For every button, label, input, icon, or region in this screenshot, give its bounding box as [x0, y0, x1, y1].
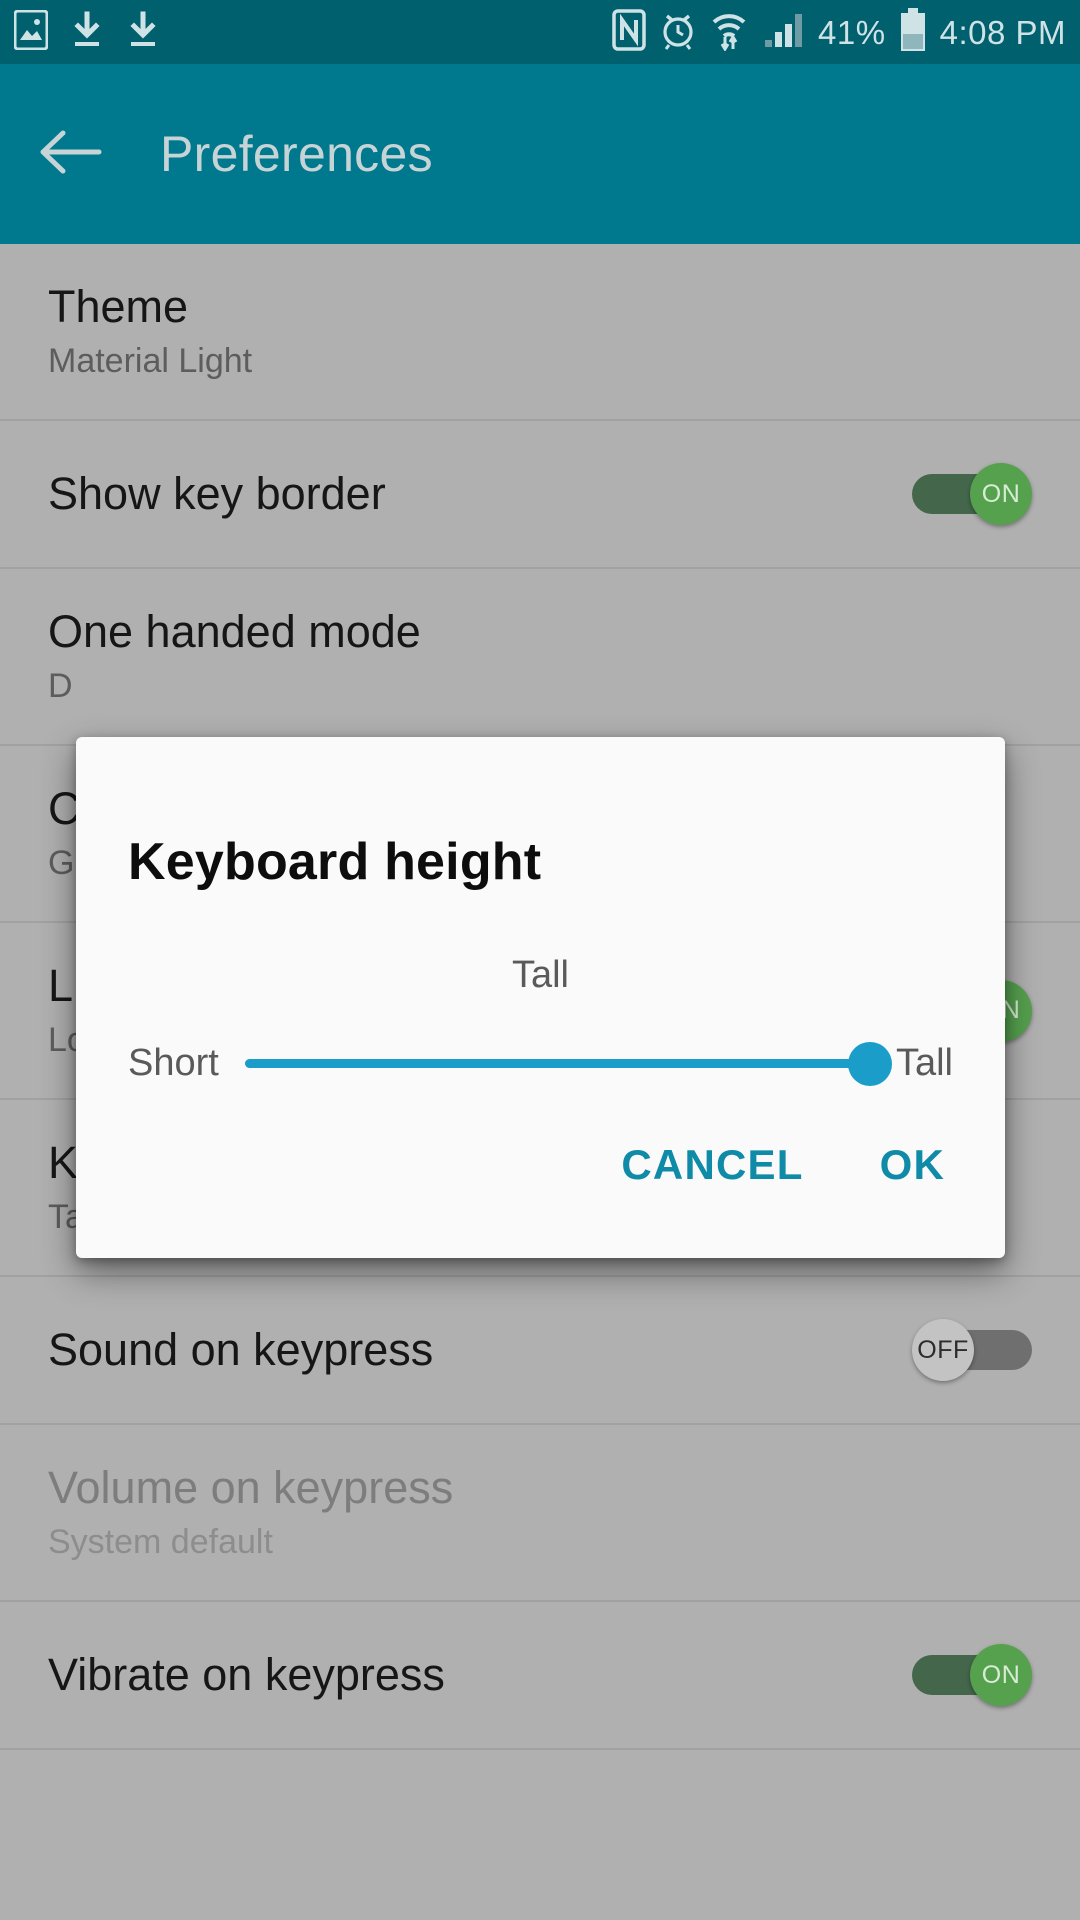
toggle-switch[interactable]: ON — [912, 1644, 1032, 1706]
slider-thumb[interactable] — [847, 1042, 892, 1086]
preference-row[interactable]: Show key border ON — [0, 421, 1080, 569]
toggle-thumb: OFF — [912, 1319, 974, 1381]
toggle-thumb: ON — [970, 463, 1032, 525]
preference-row[interactable]: Vibrate on keypress ON — [0, 1602, 1080, 1750]
status-bar-clock: 4:08 PM — [939, 13, 1066, 51]
preference-row-texts: Volume on keypress System default — [48, 1464, 1032, 1561]
download-icon — [70, 10, 104, 55]
preference-subtitle: Material Light — [48, 342, 253, 381]
preference-row-texts: Theme Material Light — [48, 283, 1032, 380]
preference-row[interactable]: Theme Material Light — [0, 244, 1080, 421]
status-bar: 41% 4:08 PM — [0, 0, 1080, 64]
preference-row: Volume on keypress System default — [0, 1425, 1080, 1602]
dialog-actions: CANCEL OK — [128, 1135, 953, 1195]
wifi-data-transfer-icon — [710, 9, 748, 56]
screenshot-image-icon — [13, 9, 49, 55]
preference-title: One handed mode — [48, 606, 421, 658]
app-bar: Preferences — [0, 64, 1080, 244]
toggle-switch[interactable]: OFF — [912, 1319, 1032, 1381]
preference-subtitle: System default — [48, 1523, 273, 1562]
dialog-title: Keyboard height — [128, 833, 542, 891]
ok-button[interactable]: OK — [872, 1135, 953, 1195]
slider-max-label: Tall — [895, 1041, 953, 1084]
preference-title: Volume on keypress — [48, 1462, 454, 1514]
preference-subtitle: D — [48, 667, 73, 706]
cellular-signal-icon — [762, 9, 804, 56]
preference-row-texts: Vibrate on keypress — [48, 1649, 912, 1701]
status-bar-notifications — [13, 9, 160, 55]
toggle-switch[interactable]: ON — [912, 463, 1032, 525]
preference-title: Show key border — [48, 468, 386, 520]
dialog-current-value: Tall — [511, 954, 570, 996]
battery-percent-label: 41% — [818, 13, 886, 51]
back-button[interactable] — [10, 127, 130, 182]
cancel-button[interactable]: CANCEL — [613, 1135, 811, 1195]
preference-title: Theme — [48, 281, 189, 333]
preference-row[interactable]: Sound on keypress OFF — [0, 1277, 1080, 1425]
preference-row-texts: Sound on keypress — [48, 1324, 912, 1376]
alarm-clock-icon — [660, 9, 696, 56]
keyboard-height-dialog: Keyboard height Tall Short Tall CANCEL O… — [76, 737, 1005, 1258]
slider-fill — [244, 1059, 870, 1068]
keyboard-height-slider[interactable] — [244, 1033, 892, 1093]
slider-min-label: Short — [128, 1041, 219, 1084]
preference-title: Vibrate on keypress — [48, 1649, 445, 1701]
status-bar-system-icons: 41% 4:08 PM — [612, 7, 1066, 57]
preference-row-texts: Show key border — [48, 468, 912, 520]
battery-icon — [900, 7, 926, 57]
preference-title: Sound on keypress — [48, 1324, 434, 1376]
toggle-thumb: ON — [970, 1644, 1032, 1706]
download-icon — [126, 10, 160, 55]
nfc-icon — [612, 8, 646, 56]
keyboard-height-slider-row: Short Tall — [128, 1033, 953, 1093]
page-title: Preferences — [160, 126, 433, 182]
preference-row-texts: One handed mode D — [48, 608, 1032, 705]
preference-row[interactable]: One handed mode D — [0, 569, 1080, 746]
back-arrow-icon — [37, 127, 103, 182]
